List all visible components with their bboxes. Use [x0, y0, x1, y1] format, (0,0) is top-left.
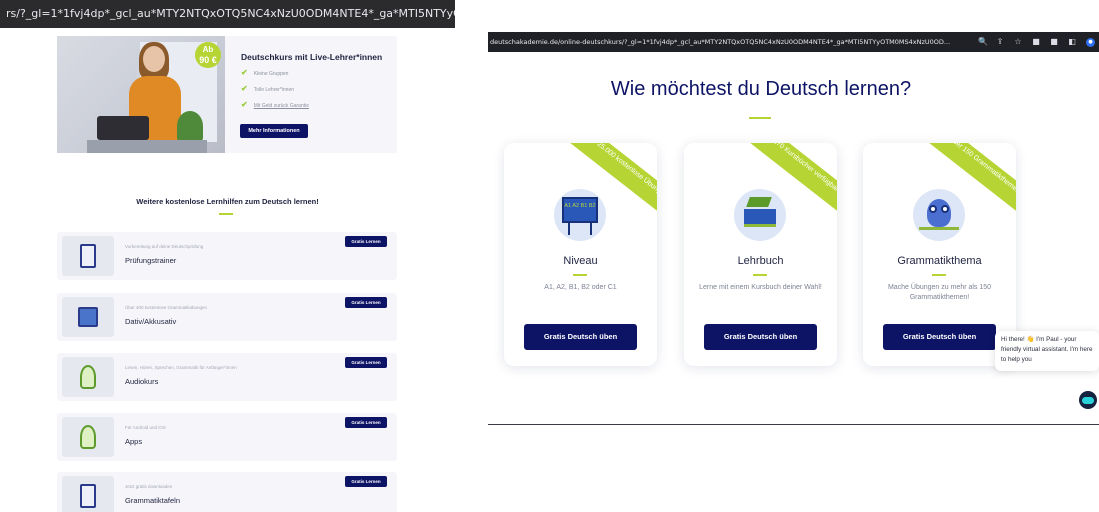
practice-german-button[interactable]: Gratis Deutsch üben — [883, 324, 996, 350]
check-icon: ✔ — [241, 84, 248, 93]
more-info-button[interactable]: Mehr Informationen — [240, 124, 308, 138]
promo-title: Deutschkurs mit Live-Lehrer*innen — [241, 52, 383, 62]
headphones-icon — [62, 357, 114, 397]
card-divider — [932, 274, 946, 276]
extension-icon[interactable]: ■ — [1050, 38, 1058, 46]
chatbot-greeting[interactable]: Hi there! 👋 I'm Paul - your friendly vir… — [995, 331, 1099, 371]
puzzle-icon[interactable]: ◧ — [1068, 38, 1076, 46]
page-divider — [488, 424, 1099, 425]
resource-subtitle: Vorbereitung auf deine Deutschprüfung — [125, 244, 204, 249]
resource-card[interactable]: Vorbereitung auf deine Deutschprüfung Pr… — [57, 232, 397, 280]
free-learn-button[interactable]: Gratis Lernen — [345, 236, 387, 247]
feature-item: ✔ Tolle Lehrer*innen — [241, 84, 295, 93]
grammar-book-icon — [62, 297, 114, 337]
share-icon[interactable]: ⇪ — [996, 38, 1004, 46]
price-badge-amount: 90 € — [199, 55, 217, 65]
card-description: Mache Übungen zu mehr als 150 Grammatikt… — [887, 284, 992, 301]
chatbot-icon[interactable] — [1079, 391, 1097, 409]
left-address-bar[interactable]: rs/?_gl=1*1fvj4dp*_gcl_au*MTY2NTQxOTQ5NC… — [0, 0, 455, 28]
card-divider — [573, 274, 587, 276]
card-divider — [753, 274, 767, 276]
feature-item-link[interactable]: ✔ Mit Geld zurück Garantie — [241, 100, 309, 109]
card-title: Lehrbuch — [737, 255, 784, 267]
resource-subtitle: Jetzt gratis downloaden — [125, 484, 173, 489]
resource-card[interactable]: Über 400 kostenlose Grammatikübungen Dat… — [57, 293, 397, 341]
resource-card[interactable]: Jetzt gratis downloaden Grammatiktafeln … — [57, 472, 397, 512]
price-badge: Ab 90 € — [195, 42, 221, 68]
card-description: A1, A2, B1, B2 oder C1 — [544, 284, 617, 291]
price-badge-prefix: Ab — [202, 45, 214, 54]
section-title: Weitere kostenlose Lernhilfen zum Deutsc… — [136, 197, 319, 206]
download-icon — [62, 476, 114, 512]
profile-avatar-icon[interactable]: ● — [1086, 37, 1095, 47]
card-title: Niveau — [563, 255, 598, 267]
extension-icon[interactable]: ■ — [1032, 38, 1040, 46]
resource-name: Apps — [125, 437, 143, 446]
resource-name: Prüfungstrainer — [125, 256, 177, 265]
check-icon: ✔ — [241, 100, 248, 109]
practice-german-button[interactable]: Gratis Deutsch üben — [524, 324, 637, 350]
url-text[interactable]: deutschakademie.de/online-deutschkurs/?_… — [490, 38, 950, 46]
free-learn-button[interactable]: Gratis Lernen — [345, 417, 387, 428]
bookmark-star-icon[interactable]: ☆ — [1014, 38, 1022, 46]
owl-icon — [913, 189, 965, 241]
resource-name: Grammatiktafeln — [125, 496, 181, 505]
card-description: Lerne mit einem Kursbuch deiner Wahl! — [699, 284, 822, 291]
resource-card[interactable]: Für Android und iOS Apps Gratis Lernen — [57, 413, 397, 461]
browser-toolbar-icons: 🔍 ⇪ ☆ ■ ■ ◧ ● — [972, 32, 1095, 52]
resource-name: Audiokurs — [125, 377, 159, 386]
zoom-icon[interactable]: 🔍 — [978, 38, 988, 46]
course-card-grammatikthema[interactable]: über 150 Grammatikthemen Grammatikthema … — [863, 143, 1016, 366]
course-card-niveau[interactable]: über 25.000 kostenlose Übungen A1 A2 B1 … — [504, 143, 657, 366]
title-divider — [749, 117, 771, 119]
smartphone-icon — [62, 417, 114, 457]
resource-name: Dativ/Akkusativ — [125, 317, 177, 326]
course-card-lehrbuch[interactable]: 170 Kursbücher verfügbar Lehrbuch Lerne … — [684, 143, 837, 366]
free-learn-button[interactable]: Gratis Lernen — [345, 297, 387, 308]
page-title: Wie möchtest du Deutsch lernen? — [610, 78, 912, 100]
textbook-icon — [734, 189, 786, 241]
left-browser-panel: rs/?_gl=1*1fvj4dp*_gcl_au*MTY2NTQxOTQ5NC… — [0, 0, 455, 512]
free-learn-button[interactable]: Gratis Lernen — [345, 476, 387, 487]
clipboard-icon — [62, 236, 114, 276]
resource-card[interactable]: Lesen, Hören, Sprechen, Grammatik für An… — [57, 353, 397, 401]
right-address-bar[interactable]: deutschakademie.de/online-deutschkurs/?_… — [488, 32, 1099, 52]
resource-subtitle: Für Android und iOS — [125, 425, 166, 430]
title-divider — [219, 213, 233, 215]
right-browser-panel: deutschakademie.de/online-deutschkurs/?_… — [488, 0, 1099, 512]
whiteboard-icon: A1 A2 B1 B2 — [554, 189, 606, 241]
card-title: Grammatikthema — [897, 255, 982, 267]
practice-german-button[interactable]: Gratis Deutsch üben — [704, 324, 817, 350]
screenshot-root: rs/?_gl=1*1fvj4dp*_gcl_au*MTY2NTQxOTQ5NC… — [0, 0, 1099, 512]
feature-item: ✔ Kleine Gruppen — [241, 68, 289, 77]
free-learn-button[interactable]: Gratis Lernen — [345, 357, 387, 368]
check-icon: ✔ — [241, 68, 248, 77]
resource-subtitle: Lesen, Hören, Sprechen, Grammatik für An… — [125, 365, 237, 370]
resource-subtitle: Über 400 kostenlose Grammatikübungen — [125, 305, 208, 310]
